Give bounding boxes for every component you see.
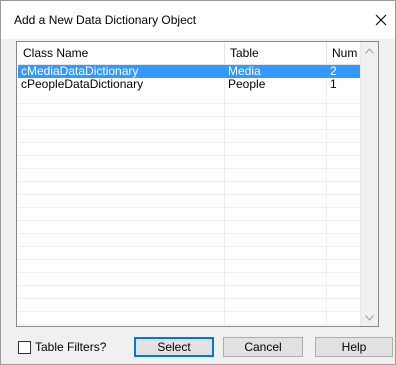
empty-row — [18, 143, 361, 156]
empty-row — [18, 221, 361, 234]
empty-row — [18, 130, 361, 143]
close-icon — [375, 14, 387, 26]
table-row[interactable]: cMediaDataDictionary Media 2 — [18, 65, 361, 78]
cancel-button[interactable]: Cancel — [223, 337, 303, 357]
vertical-scrollbar[interactable] — [360, 42, 378, 326]
cell-table: People — [228, 78, 266, 91]
list-header: Class Name Table Num — [18, 43, 361, 65]
cell-table: Media — [228, 65, 261, 78]
empty-row — [18, 260, 361, 273]
cell-num: 1 — [330, 78, 337, 91]
checkbox-box[interactable] — [18, 340, 31, 354]
select-button[interactable]: Select — [134, 337, 214, 357]
scroll-down-button[interactable] — [361, 309, 378, 326]
empty-row — [18, 299, 361, 312]
empty-row — [18, 91, 361, 104]
empty-row — [18, 182, 361, 195]
scroll-up-icon — [365, 47, 374, 54]
scroll-up-button[interactable] — [361, 42, 378, 59]
empty-row — [18, 286, 361, 299]
close-button[interactable] — [367, 1, 395, 39]
empty-row — [18, 247, 361, 260]
dialog-footer: Table Filters? Select Cancel Help — [1, 331, 395, 361]
empty-row — [18, 195, 361, 208]
help-button[interactable]: Help — [315, 337, 393, 357]
dialog-window: Add a New Data Dictionary Object Class N… — [0, 0, 396, 365]
cell-class-name: cMediaDataDictionary — [21, 65, 139, 78]
class-list-view[interactable]: Class Name Table Num cMediaDataDictionar… — [16, 41, 379, 327]
empty-row — [18, 169, 361, 182]
empty-row — [18, 156, 361, 169]
column-header-class-name[interactable]: Class Name — [18, 43, 225, 64]
list-rows: cMediaDataDictionary Media 2 cPeopleDataDic… — [18, 65, 361, 325]
empty-row — [18, 273, 361, 286]
window-title: Add a New Data Dictionary Object — [14, 13, 197, 27]
scroll-down-icon — [365, 314, 374, 321]
cell-num: 2 — [330, 65, 337, 78]
table-filters-label: Table Filters? — [35, 340, 107, 354]
empty-row — [18, 208, 361, 221]
empty-row — [18, 312, 361, 325]
empty-row — [18, 104, 361, 117]
cell-class-name: cPeopleDataDictionary — [21, 78, 144, 91]
empty-row — [18, 234, 361, 247]
table-row[interactable]: cPeopleDataDictionary People 1 — [18, 78, 361, 91]
column-header-num[interactable]: Num — [327, 43, 361, 64]
empty-row — [18, 117, 361, 130]
title-bar: Add a New Data Dictionary Object — [1, 1, 395, 39]
column-header-table[interactable]: Table — [225, 43, 327, 64]
table-filters-checkbox[interactable]: Table Filters? — [18, 340, 106, 354]
